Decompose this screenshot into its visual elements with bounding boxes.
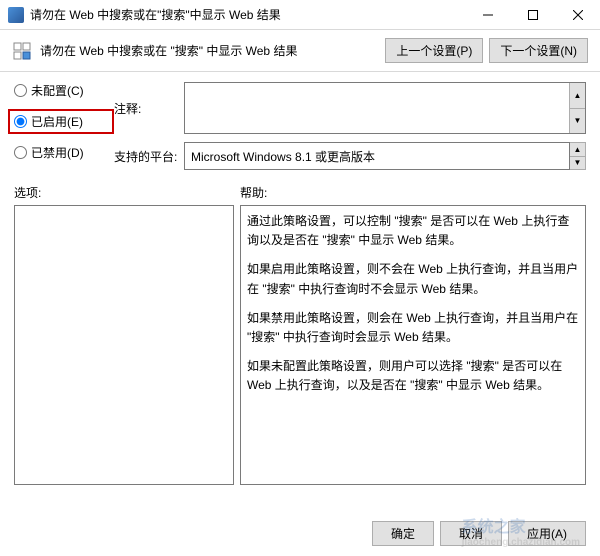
ok-button[interactable]: 确定	[372, 521, 434, 546]
prev-setting-button[interactable]: 上一个设置(P)	[385, 38, 483, 63]
footer: 确定 取消 应用(A)	[372, 521, 586, 546]
help-p2: 如果启用此策略设置，则不会在 Web 上执行查询，并且当用户在 "搜索" 中执行…	[247, 260, 579, 298]
help-p1: 通过此策略设置，可以控制 "搜索" 是否可以在 Web 上执行查询以及是否在 "…	[247, 212, 579, 250]
radio-disabled[interactable]: 已禁用(D)	[14, 144, 114, 161]
window-title: 请勿在 Web 中搜索或在"搜索"中显示 Web 结果	[30, 6, 465, 23]
titlebar: 请勿在 Web 中搜索或在"搜索"中显示 Web 结果	[0, 0, 600, 30]
comment-scroll-up[interactable]: ▲	[570, 83, 585, 109]
radio-enabled-label: 已启用(E)	[31, 113, 83, 130]
policy-icon	[12, 41, 32, 61]
next-setting-button[interactable]: 下一个设置(N)	[489, 38, 588, 63]
radio-not-configured-label: 未配置(C)	[31, 82, 84, 99]
help-p3: 如果禁用此策略设置，则会在 Web 上执行查询，并且当用户在 "搜索" 中执行查…	[247, 309, 579, 347]
header-title: 请勿在 Web 中搜索或在 "搜索" 中显示 Web 结果	[40, 42, 385, 59]
radio-enabled[interactable]: 已启用(E)	[8, 109, 114, 134]
maximize-button[interactable]	[510, 0, 555, 29]
platform-scroll-up[interactable]: ▲	[570, 143, 585, 157]
comment-scroll-down[interactable]: ▼	[570, 109, 585, 134]
app-icon	[8, 7, 24, 23]
help-p4: 如果未配置此策略设置，则用户可以选择 "搜索" 是否可以在 Web 上执行查询，…	[247, 357, 579, 395]
help-label: 帮助:	[240, 184, 586, 201]
minimize-button[interactable]	[465, 0, 510, 29]
header: 请勿在 Web 中搜索或在 "搜索" 中显示 Web 结果 上一个设置(P) 下…	[0, 30, 600, 72]
radio-not-configured[interactable]: 未配置(C)	[14, 82, 114, 99]
platform-scroll-down[interactable]: ▼	[570, 157, 585, 170]
radio-enabled-input[interactable]	[14, 115, 27, 128]
supported-platform-box: Microsoft Windows 8.1 或更高版本	[184, 142, 570, 170]
supported-platform-text: Microsoft Windows 8.1 或更高版本	[191, 148, 375, 165]
options-label: 选项:	[14, 184, 234, 201]
options-panel[interactable]	[14, 205, 234, 485]
radio-disabled-label: 已禁用(D)	[31, 144, 84, 161]
comment-label: 注释:	[114, 100, 184, 117]
cancel-button[interactable]: 取消	[440, 521, 502, 546]
radio-disabled-input[interactable]	[14, 146, 27, 159]
close-button[interactable]	[555, 0, 600, 29]
apply-button[interactable]: 应用(A)	[508, 521, 586, 546]
help-panel[interactable]: 通过此策略设置，可以控制 "搜索" 是否可以在 Web 上执行查询以及是否在 "…	[240, 205, 586, 485]
supported-label: 支持的平台:	[114, 148, 184, 165]
comment-input[interactable]: ▲ ▼	[184, 82, 586, 134]
radio-not-configured-input[interactable]	[14, 84, 27, 97]
